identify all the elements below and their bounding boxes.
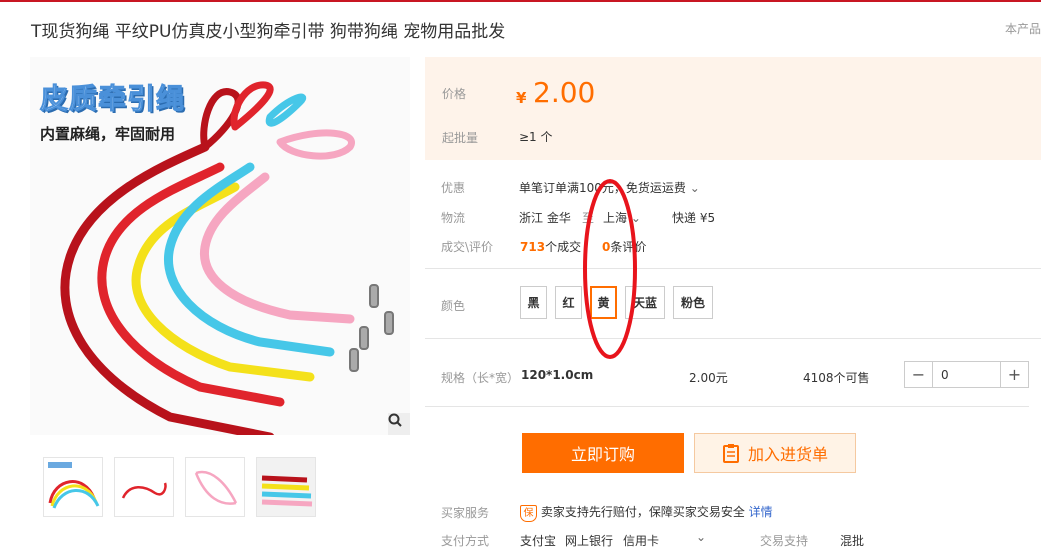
- chevron-down-icon: ⌄: [630, 211, 641, 225]
- price-label: 价格: [442, 87, 467, 101]
- spec-stock: 4108个可售: [803, 371, 870, 385]
- plus-button[interactable]: +: [1001, 362, 1028, 387]
- reviews-count-suffix: 条评价: [610, 240, 647, 254]
- divider: [425, 406, 1029, 407]
- payment-alipay: 支付宝: [520, 534, 557, 548]
- deals-count-number: 713: [520, 240, 546, 254]
- image-subbanner: 内置麻绳，牢固耐用: [40, 125, 176, 143]
- chevron-down-icon: ⌄: [689, 181, 700, 195]
- thumbnail-2[interactable]: [114, 457, 174, 517]
- price-value: 2.00: [533, 76, 596, 109]
- color-option-red[interactable]: 红: [555, 286, 582, 319]
- payment-label: 支付方式: [441, 534, 490, 548]
- logistics-label: 物流: [441, 211, 466, 225]
- quantity-input[interactable]: 0: [932, 362, 1001, 387]
- zoom-icon[interactable]: [388, 413, 410, 435]
- chevron-down-icon[interactable]: ⌄: [696, 530, 706, 544]
- min-batch-value: ≥1 个: [519, 130, 553, 144]
- price-currency: ¥: [516, 89, 527, 107]
- deals-count[interactable]: 713个成交: [520, 238, 581, 255]
- services-text: 卖家支持先行赔付，保障买家交易安全: [540, 505, 745, 519]
- top-accent-line: [0, 0, 1041, 2]
- services-info: 保 卖家支持先行赔付，保障买家交易安全 详情: [520, 503, 773, 522]
- min-batch-label: 起批量: [442, 131, 479, 145]
- divider: [425, 268, 1041, 269]
- add-to-cart-label: 加入进货单: [747, 445, 828, 464]
- add-to-cart-button[interactable]: 加入进货单: [694, 433, 856, 473]
- payment-credit: 信用卡: [623, 534, 660, 548]
- logistics-to-word: 至: [582, 211, 595, 225]
- color-option-yellow[interactable]: 黄: [590, 286, 617, 319]
- clipboard-icon: [722, 444, 739, 463]
- color-label: 颜色: [441, 299, 466, 313]
- price-panel: 价格 ¥ 2.00 起批量 ≥1 个: [425, 57, 1041, 160]
- thumbnail-3[interactable]: [185, 457, 245, 517]
- logistics-destination[interactable]: 上海 ⌄: [603, 209, 641, 226]
- services-detail-link[interactable]: 详情: [749, 505, 773, 519]
- spec-price: 2.00元: [689, 371, 728, 385]
- shield-icon: 保: [520, 505, 537, 522]
- spec-value: 120*1.0cm: [521, 368, 594, 382]
- logistics-destination-value: 上海: [603, 211, 628, 225]
- deals-count-suffix: 个成交: [545, 240, 582, 254]
- deals-label: 成交\评价: [441, 240, 494, 254]
- product-main-image[interactable]: 皮质牵引绳 内置麻绳，牢固耐用: [30, 57, 410, 435]
- thumbnail-4[interactable]: [256, 457, 316, 517]
- promo-text-value: 单笔订单满100元，免货运运费: [519, 181, 686, 195]
- color-option-skyblue[interactable]: 天蓝: [625, 286, 665, 319]
- payment-bank: 网上银行: [565, 534, 614, 548]
- express-fee: 快递 ¥5: [672, 211, 716, 225]
- page-title: T现货狗绳 平纹PU仿真皮小型狗牵引带 狗带狗绳 宠物用品批发: [31, 22, 506, 42]
- quantity-stepper: − 0 +: [904, 361, 1029, 388]
- trade-value: 混批: [840, 534, 865, 548]
- annotation-circle: [583, 179, 637, 359]
- color-option-black[interactable]: 黑: [520, 286, 547, 319]
- reviews-count[interactable]: 0条评价: [602, 238, 646, 255]
- thumbnail-1[interactable]: [43, 457, 103, 517]
- spec-label: 规格（长*宽）: [441, 371, 520, 385]
- promo-text[interactable]: 单笔订单满100元，免货运运费 ⌄: [519, 179, 700, 196]
- thumbnail-strip: [43, 457, 316, 517]
- corner-text: 本产品: [1004, 22, 1041, 36]
- image-banner: 皮质牵引绳: [39, 82, 186, 116]
- promo-label: 优惠: [441, 181, 466, 195]
- logistics-from: 浙江 金华: [519, 211, 571, 225]
- trade-label: 交易支持: [760, 534, 809, 548]
- services-label: 买家服务: [441, 506, 490, 520]
- color-option-pink[interactable]: 粉色: [673, 286, 713, 319]
- buy-now-button[interactable]: 立即订购: [522, 433, 684, 473]
- divider: [425, 338, 1041, 339]
- minus-button[interactable]: −: [905, 362, 932, 387]
